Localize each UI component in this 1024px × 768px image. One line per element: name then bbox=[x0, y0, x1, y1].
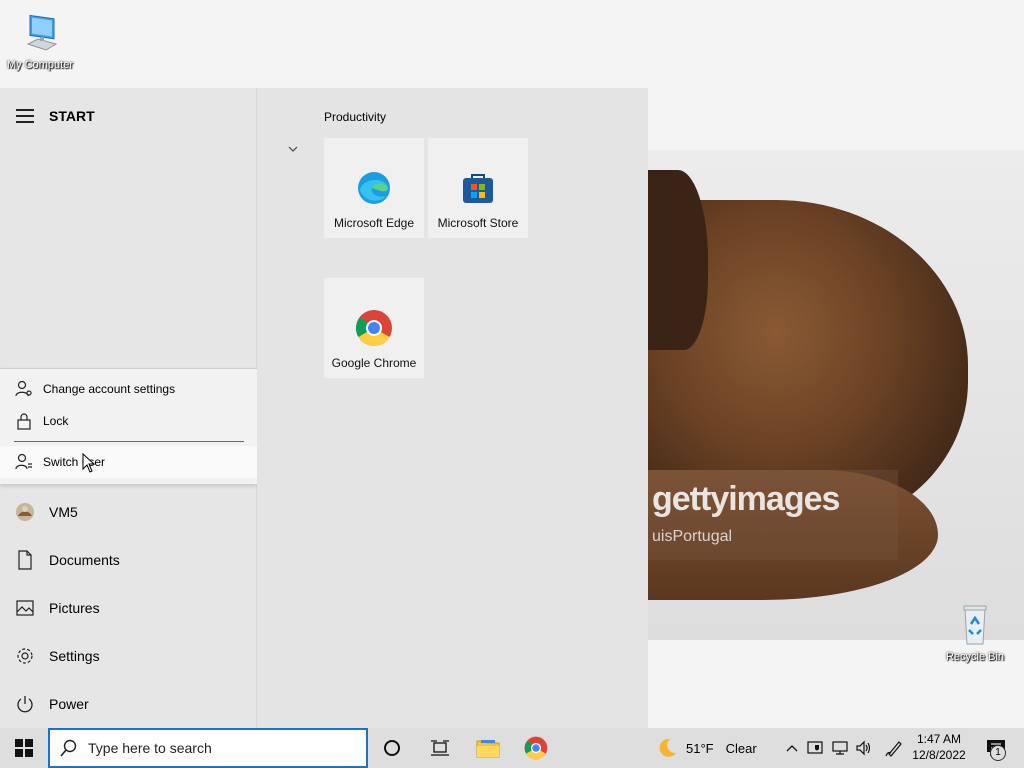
desktop-icon-my-computer[interactable]: My Computer bbox=[0, 10, 80, 71]
clock[interactable]: 1:47 AM 12/8/2022 bbox=[904, 731, 974, 763]
hamburger-menu-icon[interactable] bbox=[16, 109, 34, 123]
wallpaper-cat bbox=[648, 170, 708, 350]
switch-user-item[interactable]: Switch user bbox=[0, 446, 257, 478]
weather-widget[interactable]: 51°F Clear bbox=[656, 728, 757, 768]
nav-item-settings[interactable]: Settings bbox=[0, 632, 257, 680]
task-view-button[interactable] bbox=[416, 728, 464, 768]
menu-item-label: Lock bbox=[43, 414, 69, 428]
chrome-icon bbox=[355, 308, 393, 348]
start-button[interactable] bbox=[0, 728, 48, 768]
taskbar: 51°F Clear 1:47 AM 12/8/2022 1 bbox=[0, 728, 1024, 768]
cortana-circle-icon bbox=[384, 740, 400, 756]
clock-time: 1:47 AM bbox=[916, 732, 962, 746]
desktop-icon-label: Recycle Bin bbox=[945, 651, 1005, 663]
clock-date: 12/8/2022 bbox=[912, 748, 966, 762]
change-account-settings-item[interactable]: Change account settings bbox=[0, 373, 257, 405]
power-icon bbox=[15, 695, 35, 713]
system-tray bbox=[780, 728, 906, 768]
start-menu-sidebar: START Change account settings Lock Switc… bbox=[0, 88, 257, 728]
network-icon[interactable] bbox=[828, 728, 852, 768]
picture-icon bbox=[15, 600, 35, 616]
store-icon bbox=[461, 168, 495, 208]
search-icon bbox=[60, 739, 78, 757]
lock-icon bbox=[14, 412, 34, 430]
tile-label: Google Chrome bbox=[331, 356, 417, 370]
nav-item-label: Documents bbox=[49, 552, 120, 568]
tile-label: Microsoft Edge bbox=[333, 216, 415, 230]
security-center-icon[interactable] bbox=[804, 728, 828, 768]
nav-item-label: Pictures bbox=[49, 600, 100, 616]
notification-count-badge: 1 bbox=[990, 745, 1006, 761]
nav-item-label: VM5 bbox=[49, 504, 78, 520]
file-explorer-button[interactable] bbox=[464, 728, 512, 768]
pen-workspace-icon[interactable] bbox=[882, 728, 906, 768]
account-menu: Change account settings Lock Switch user bbox=[0, 368, 257, 484]
recycle-bin-icon bbox=[963, 605, 987, 645]
start-title: START bbox=[49, 108, 95, 124]
mouse-cursor-icon bbox=[82, 453, 96, 473]
volume-icon[interactable] bbox=[852, 728, 876, 768]
show-hidden-icons-chevron-up-icon[interactable] bbox=[780, 728, 804, 768]
weather-condition: Clear bbox=[725, 740, 757, 756]
chrome-icon bbox=[524, 736, 548, 760]
nav-item-label: Settings bbox=[49, 648, 100, 664]
task-view-icon bbox=[431, 740, 449, 756]
taskbar-search-box[interactable] bbox=[48, 728, 368, 768]
computer-icon bbox=[26, 14, 58, 51]
nav-item-label: Power bbox=[49, 696, 89, 712]
chrome-taskbar-button[interactable] bbox=[512, 728, 560, 768]
folder-icon bbox=[476, 740, 500, 758]
start-menu-tiles: Productivity Microsoft Edge Microsoft St… bbox=[257, 88, 648, 728]
windows-logo-icon bbox=[15, 739, 33, 757]
watermark-text: gettyimages bbox=[652, 480, 840, 518]
desktop-icon-recycle-bin[interactable]: Recycle Bin bbox=[935, 602, 1015, 663]
gear-icon bbox=[15, 647, 35, 665]
tile-label: Microsoft Store bbox=[437, 216, 519, 230]
cortana-button[interactable] bbox=[368, 728, 416, 768]
edge-icon bbox=[356, 168, 392, 208]
divider bbox=[14, 441, 244, 442]
desktop-icon-label: My Computer bbox=[6, 59, 74, 71]
nav-item-power[interactable]: Power bbox=[0, 680, 257, 728]
start-header: START bbox=[0, 104, 257, 128]
lock-item[interactable]: Lock bbox=[0, 405, 257, 437]
menu-item-label: Change account settings bbox=[43, 382, 176, 396]
watermark-subtext: uisPortugal bbox=[652, 528, 733, 545]
person-gear-icon bbox=[14, 380, 34, 398]
moon-icon bbox=[659, 738, 676, 757]
switch-user-icon bbox=[14, 453, 34, 471]
chevron-down-icon[interactable] bbox=[287, 142, 299, 156]
tile-google-chrome[interactable]: Google Chrome bbox=[324, 278, 424, 378]
search-input[interactable] bbox=[88, 740, 348, 756]
weather-temp: 51°F bbox=[686, 740, 714, 756]
tile-group-title[interactable]: Productivity bbox=[324, 110, 386, 124]
tile-microsoft-store[interactable]: Microsoft Store bbox=[428, 138, 528, 238]
document-icon bbox=[15, 550, 35, 570]
nav-item-user[interactable]: VM5 bbox=[0, 488, 257, 536]
nav-item-documents[interactable]: Documents bbox=[0, 536, 257, 584]
nav-item-pictures[interactable]: Pictures bbox=[0, 584, 257, 632]
tile-microsoft-edge[interactable]: Microsoft Edge bbox=[324, 138, 424, 238]
avatar bbox=[15, 502, 35, 522]
